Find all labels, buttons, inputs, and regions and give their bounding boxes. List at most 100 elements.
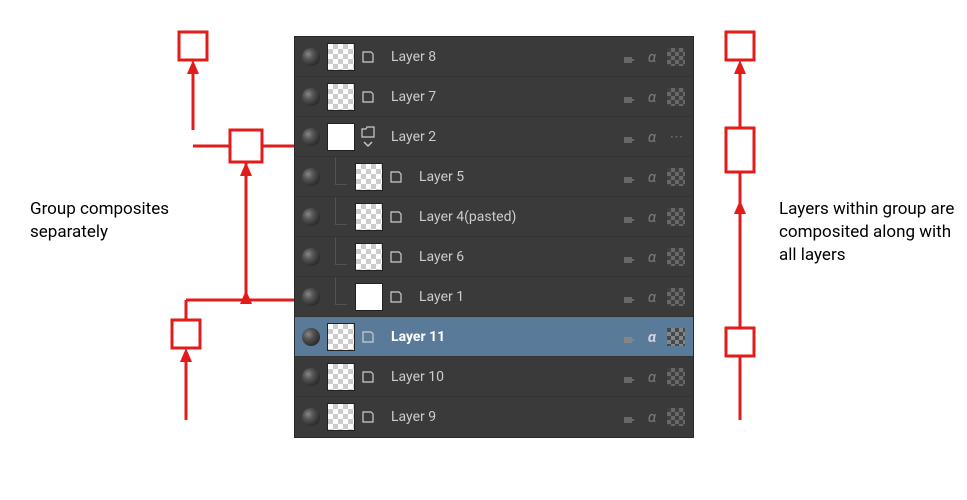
mask-icon[interactable] [667,48,685,66]
layer-row[interactable]: Layer 5 α [295,157,693,197]
layer-row[interactable]: Layer 8 α [295,37,693,77]
layer-name-label[interactable]: Layer 6 [405,249,619,265]
layer-name-label[interactable]: Layer 1 [405,289,619,305]
visibility-toggle[interactable] [295,208,327,226]
alpha-icon[interactable]: α [643,328,661,346]
eye-icon [302,288,320,306]
layer-leaf-icon [359,330,377,344]
lock-icon[interactable] [619,128,637,146]
lock-icon[interactable] [619,48,637,66]
layer-leaf-icon [359,370,377,384]
annotation-left: Group composites separately [30,198,190,244]
layer-name-label[interactable]: Layer 11 [377,329,619,345]
layer-thumbnail[interactable] [327,43,355,71]
visibility-toggle[interactable] [295,88,327,106]
lock-icon[interactable] [619,208,637,226]
visibility-toggle[interactable] [295,368,327,386]
layer-row[interactable]: Layer 2 α [295,117,693,157]
layer-status: α [619,208,693,226]
layer-row[interactable]: Layer 7 α [295,77,693,117]
layers-panel[interactable]: Layer 8αLayer 7αLayer 2αLayer 5αLayer 4(… [294,36,694,438]
eye-icon [302,408,320,426]
layer-name-label[interactable]: Layer 4(pasted) [405,209,619,225]
lock-icon[interactable] [619,168,637,186]
layer-name-label[interactable]: Layer 10 [377,369,619,385]
eye-icon [302,88,320,106]
mask-icon[interactable] [667,408,685,426]
layer-thumbnail[interactable] [355,203,383,231]
mask-icon[interactable] [667,88,685,106]
layer-status: α [619,248,693,266]
mask-icon[interactable] [667,328,685,346]
layer-leaf-icon [387,210,405,224]
layer-leaf-icon [359,410,377,424]
layer-status: α [619,368,693,386]
layer-status: α [619,288,693,306]
alpha-icon[interactable]: α [643,48,661,66]
visibility-toggle[interactable] [295,408,327,426]
mask-icon[interactable] [667,288,685,306]
visibility-toggle[interactable] [295,248,327,266]
tree-indent [327,243,355,271]
tree-indent [327,163,355,191]
lock-icon[interactable] [619,248,637,266]
alpha-icon[interactable]: α [643,248,661,266]
mask-icon[interactable] [667,128,685,146]
layer-status: α [619,128,693,146]
layer-thumbnail[interactable] [327,403,355,431]
layer-row[interactable]: Layer 9 α [295,397,693,437]
visibility-toggle[interactable] [295,128,327,146]
mask-icon[interactable] [667,208,685,226]
alpha-icon[interactable]: α [643,88,661,106]
lock-icon[interactable] [619,368,637,386]
layer-status: α [619,48,693,66]
mask-icon[interactable] [667,368,685,386]
layer-thumbnail[interactable] [327,123,355,151]
layer-row[interactable]: Layer 4(pasted) α [295,197,693,237]
visibility-toggle[interactable] [295,288,327,306]
lock-icon[interactable] [619,88,637,106]
lock-icon[interactable] [619,408,637,426]
eye-icon [302,368,320,386]
eye-icon [302,328,320,346]
lock-icon[interactable] [619,328,637,346]
annotation-right: Layers within group are composited along… [779,198,959,267]
layer-leaf-icon [359,50,377,64]
layer-leaf-icon [387,170,405,184]
layer-name-label[interactable]: Layer 2 [377,129,619,145]
tree-indent [327,283,355,311]
alpha-icon[interactable]: α [643,408,661,426]
tree-indent [327,203,355,231]
layer-thumbnail[interactable] [327,83,355,111]
layer-row[interactable]: Layer 11 α [295,317,693,357]
layer-thumbnail[interactable] [327,323,355,351]
alpha-icon[interactable]: α [643,208,661,226]
layer-thumbnail[interactable] [355,283,383,311]
layer-leaf-icon [387,290,405,304]
layer-name-label[interactable]: Layer 9 [377,409,619,425]
alpha-icon[interactable]: α [643,168,661,186]
alpha-icon[interactable]: α [643,368,661,386]
layer-row[interactable]: Layer 10 α [295,357,693,397]
mask-icon[interactable] [667,248,685,266]
eye-icon [302,168,320,186]
layer-row[interactable]: Layer 1 α [295,277,693,317]
layer-thumbnail[interactable] [355,243,383,271]
alpha-icon[interactable]: α [643,128,661,146]
mask-icon[interactable] [667,168,685,186]
layer-name-label[interactable]: Layer 5 [405,169,619,185]
alpha-icon[interactable]: α [643,288,661,306]
layer-thumbnail[interactable] [355,163,383,191]
lock-icon[interactable] [619,288,637,306]
layer-thumbnail[interactable] [327,363,355,391]
layer-name-label[interactable]: Layer 7 [377,89,619,105]
layer-status: α [619,408,693,426]
layer-leaf-icon [387,250,405,264]
eye-icon [302,208,320,226]
layer-name-label[interactable]: Layer 8 [377,49,619,65]
visibility-toggle[interactable] [295,168,327,186]
visibility-toggle[interactable] [295,48,327,66]
layer-row[interactable]: Layer 6 α [295,237,693,277]
visibility-toggle[interactable] [295,328,327,346]
folder-icon [359,126,377,148]
